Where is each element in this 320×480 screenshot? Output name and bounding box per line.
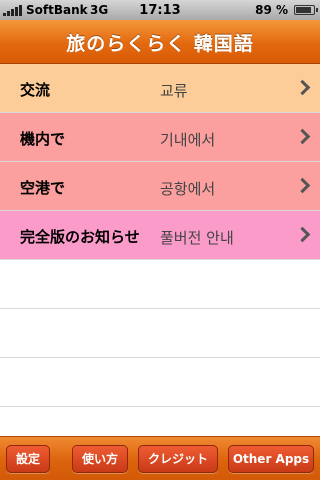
chevron-right-icon [294,79,311,96]
list-item-korean-label: 기내에서 [160,131,216,149]
chevron-right-icon [294,128,311,145]
settings-button[interactable]: 設定 [6,445,50,473]
list-item-full-version-notice[interactable]: 完全版のお知らせ 풀버전 안내 [0,211,320,260]
list-item-label: 機内で [20,130,66,148]
list-item-korean-label: 공항에서 [160,180,216,198]
other-apps-button[interactable]: Other Apps [228,445,314,473]
list-item-korean-label: 풀버전 안내 [160,229,234,247]
status-bar: SoftBank 3G 17:13 89 % [0,0,320,20]
page-title: 旅のらくらく 韓国語 [66,33,254,55]
list-item-label: 完全版のお知らせ [20,228,140,246]
list-item-label: 空港で [20,179,66,197]
navigation-bar: 旅のらくらく 韓国語 [0,20,320,64]
chevron-right-icon [294,177,311,194]
battery-percent: 89 % [255,3,288,17]
phrase-category-list: 交流 교류 機内で 기내에서 空港で 공항에서 完全版のお知らせ 풀버전 안내 [0,64,320,435]
list-item-in-flight[interactable]: 機内で 기내에서 [0,113,320,162]
empty-row [0,358,320,407]
chevron-right-icon [294,226,311,243]
list-item-airport[interactable]: 空港で 공항에서 [0,162,320,211]
empty-row [0,260,320,309]
credits-button[interactable]: クレジット [138,445,218,473]
list-item-korean-label: 교류 [160,82,188,100]
battery-icon [294,5,318,15]
empty-row [0,407,320,435]
bottom-toolbar: 設定 使い方 クレジット Other Apps [0,436,320,480]
how-to-use-button[interactable]: 使い方 [72,445,128,473]
empty-row [0,309,320,358]
list-item-exchange[interactable]: 交流 교류 [0,64,320,113]
list-item-label: 交流 [20,81,51,99]
